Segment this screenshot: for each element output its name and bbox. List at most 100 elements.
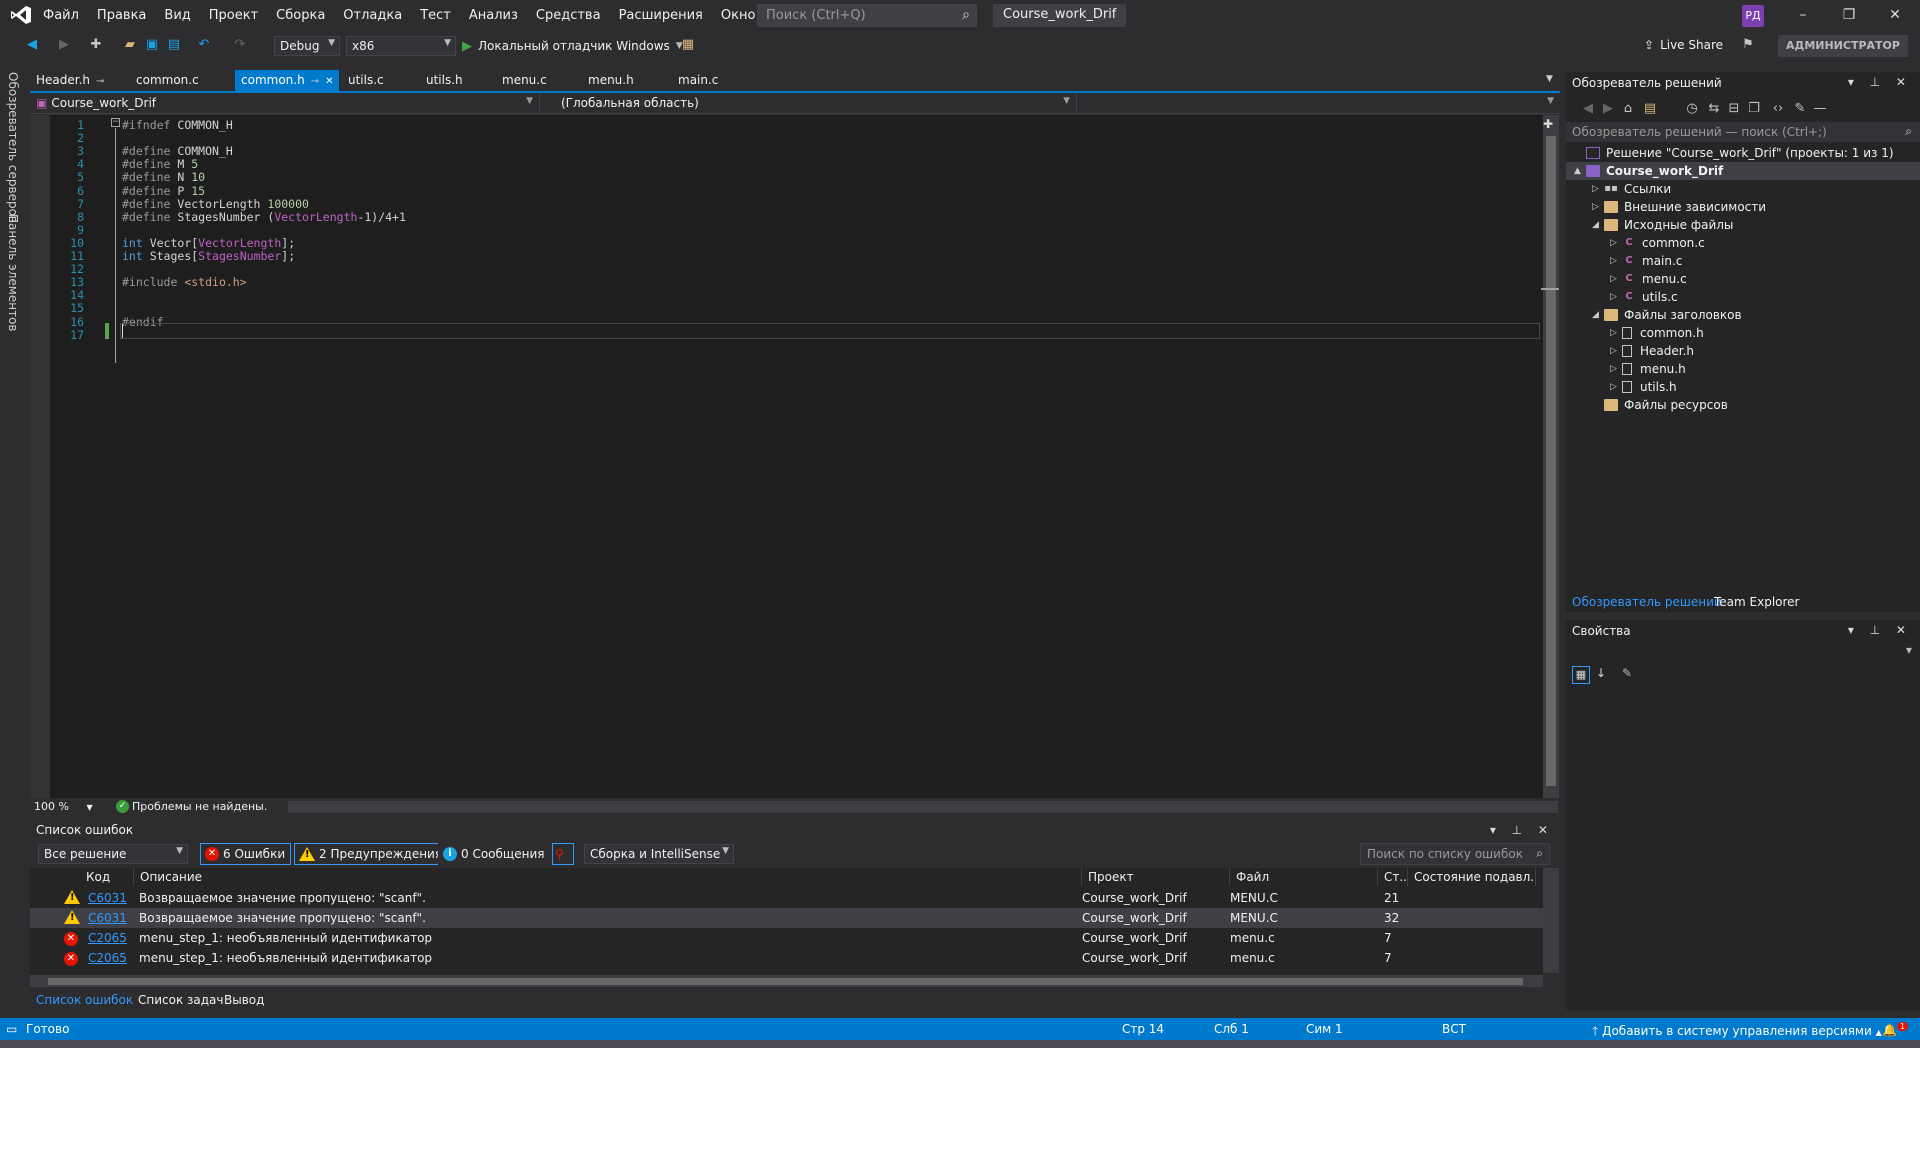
menu-item-5[interactable]: Отладка [334, 8, 411, 23]
expand-toggle-icon[interactable]: ▷ [1610, 292, 1622, 302]
expand-toggle-icon[interactable]: ▷ [1610, 364, 1622, 374]
forward-icon[interactable]: ▶ [1600, 101, 1616, 117]
scrollbar-thumb[interactable] [1546, 136, 1556, 786]
save-icon[interactable]: ▣ [144, 37, 160, 53]
tree-item[interactable]: ▷ ▪▪ Ссылки [1566, 180, 1920, 198]
menu-item-2[interactable]: Вид [155, 8, 199, 23]
expand-toggle-icon[interactable]: ▷ [1610, 238, 1622, 248]
error-row[interactable]: ✕ C2065 menu_step_1: необъявленный идентиф… [30, 928, 1543, 948]
global-scope-dropdown[interactable]: (Глобальная область) ▼ [555, 94, 1077, 113]
project-scope-dropdown[interactable]: ▣ Course_work_Drif ▼ [30, 94, 540, 113]
warnings-filter-button[interactable]: ! 2 Предупреждения [294, 843, 449, 865]
sync-icon[interactable]: ⇆ [1706, 101, 1722, 117]
menu-item-4[interactable]: Сборка [267, 8, 334, 23]
expand-toggle-icon[interactable]: ▷ [1592, 202, 1604, 212]
forward-icon[interactable]: ▶ [56, 37, 72, 53]
solution-panel-tab-0[interactable]: Обозреватель решений [1572, 595, 1722, 609]
expand-toggle-icon[interactable]: ▷ [1610, 328, 1622, 338]
doc-tab-4[interactable]: utils.h [420, 70, 469, 92]
error-column-header[interactable]: Состояние подавл... [1408, 868, 1536, 886]
doc-tab-5[interactable]: menu.c [496, 70, 553, 92]
properties-wrench-icon[interactable]: ✎ [1792, 101, 1808, 117]
error-column-header[interactable]: Описание [134, 868, 1082, 886]
back-icon[interactable]: ◀ [24, 37, 40, 53]
doc-tab-7[interactable]: main.c [672, 70, 724, 92]
tree-item[interactable]: ▷ Cutils.c [1566, 288, 1920, 306]
tree-item[interactable]: ▷ Cmenu.c [1566, 270, 1920, 288]
quick-launch-search[interactable]: Поиск (Ctrl+Q) ⌕ [757, 4, 977, 27]
new-project-icon[interactable]: ✚ [88, 37, 104, 53]
pin-icon[interactable]: ⊸ [311, 76, 319, 87]
home-icon[interactable]: ⌂ [1620, 101, 1636, 117]
expand-toggle-icon[interactable]: ▷ [1610, 382, 1622, 392]
errors-filter-button[interactable]: ✕ 6 Ошибки [200, 843, 292, 865]
categorized-icon[interactable]: ▦ [1572, 666, 1590, 684]
tree-item[interactable]: ▷ Header.h [1566, 342, 1920, 360]
error-list-vertical-scrollbar[interactable] [1543, 868, 1559, 973]
tree-item[interactable]: ▲ Course_work_Drif [1566, 162, 1920, 180]
zoom-level[interactable]: 100 % ▼ [34, 800, 93, 813]
menu-item-3[interactable]: Проект [200, 8, 267, 23]
tree-item[interactable]: ◢ Исходные файлы [1566, 216, 1920, 234]
tree-item[interactable]: ▷ Внешние зависимости [1566, 198, 1920, 216]
menu-item-6[interactable]: Тест [411, 8, 460, 23]
open-file-icon[interactable]: ▰ [122, 37, 138, 53]
doc-tab-0[interactable]: Header.h ⊸ [30, 70, 110, 92]
redo-icon[interactable]: ↷ [232, 37, 248, 53]
tree-item[interactable]: Решение "Course_work_Drif" (проекты: 1 и… [1566, 144, 1920, 162]
tab-overflow-icon[interactable]: ▼ [1546, 74, 1553, 84]
expand-toggle-icon[interactable]: ◢ [1592, 220, 1604, 230]
doc-tab-1[interactable]: common.c [130, 70, 205, 92]
panel-controls[interactable]: ▾ ⊥ ✕ [1490, 823, 1554, 837]
split-editor-icon[interactable]: ✚ [1543, 117, 1553, 131]
error-row[interactable]: ! C6031 Возвращаемое значение пропущено: "… [30, 908, 1543, 928]
tree-item[interactable]: ◢ Файлы заголовков [1566, 306, 1920, 324]
error-column-header[interactable]: Файл [1230, 868, 1378, 886]
scrollbar-thumb[interactable] [48, 978, 1523, 985]
expand-toggle-icon[interactable]: ▷ [1610, 274, 1622, 284]
collapse-all-icon[interactable]: ⊟ [1726, 101, 1742, 117]
expand-toggle-icon[interactable]: ▲ [1574, 166, 1586, 176]
panel-controls[interactable]: ▾ ⊥ ✕ [1848, 75, 1912, 89]
menu-item-8[interactable]: Средства [527, 8, 610, 23]
chevron-down-icon[interactable]: ▼ [1906, 646, 1912, 655]
user-avatar[interactable]: РД [1742, 5, 1764, 27]
solution-configuration-dropdown[interactable]: Debug ▼ [274, 36, 340, 56]
panel-controls[interactable]: ▾ ⊥ ✕ [1848, 623, 1912, 637]
doc-tab-3[interactable]: utils.c [342, 70, 390, 92]
view-code-icon[interactable]: ‹› [1770, 101, 1786, 117]
show-all-files-icon[interactable]: ❐ [1746, 101, 1762, 117]
tree-item[interactable]: ▷ utils.h [1566, 378, 1920, 396]
bottom-tab-2[interactable]: Вывод [224, 993, 264, 1007]
doc-tab-6[interactable]: menu.h [582, 70, 640, 92]
menu-item-9[interactable]: Расширения [610, 8, 712, 23]
visual-studio-logo-icon[interactable] [10, 5, 32, 25]
alphabetical-icon[interactable]: ↓ [1596, 666, 1606, 680]
error-row[interactable]: ! C6031 Возвращаемое значение пропущено: "… [30, 888, 1543, 908]
problems-status[interactable]: Проблемы не найдены. [132, 800, 267, 813]
error-column-header[interactable]: Код [80, 868, 134, 886]
messages-filter-button[interactable]: i 0 Сообщения [438, 843, 551, 865]
notifications-bell-icon[interactable]: 🔔 1 [1882, 1022, 1909, 1037]
bottom-tab-0[interactable]: Список ошибок [36, 993, 133, 1007]
build-filter-dropdown[interactable]: Сборка и IntelliSense ▼ [584, 844, 734, 864]
solution-panel-tab-1[interactable]: Team Explorer [1714, 595, 1800, 609]
error-code[interactable]: C6031 [88, 911, 127, 925]
feedback-icon[interactable]: ⚑ [1740, 37, 1756, 53]
tree-item[interactable]: ▷ Cmain.c [1566, 252, 1920, 270]
error-code[interactable]: C2065 [88, 931, 127, 945]
expand-toggle-icon[interactable]: ▷ [1610, 346, 1622, 356]
error-scope-dropdown[interactable]: Все решение ▼ [38, 844, 188, 864]
menu-item-7[interactable]: Анализ [460, 8, 527, 23]
member-dropdown[interactable]: ▼ [1090, 94, 1560, 113]
error-column-header[interactable]: Ст... [1378, 868, 1408, 886]
filter-icon[interactable]: ⚲ [552, 843, 574, 865]
close-tab-icon[interactable]: ✕ [325, 76, 333, 87]
output-window-icon[interactable]: ▭ [6, 1022, 17, 1036]
editor-horizontal-scrollbar[interactable] [288, 801, 1558, 813]
pin-icon[interactable]: ⊸ [96, 76, 104, 87]
menu-item-0[interactable]: Файл [34, 8, 88, 23]
collapse-icon[interactable]: − [111, 118, 120, 127]
error-code[interactable]: C6031 [88, 891, 127, 905]
error-row[interactable]: ✕ C2065 menu_step_1: необъявленный идентиф… [30, 948, 1543, 968]
